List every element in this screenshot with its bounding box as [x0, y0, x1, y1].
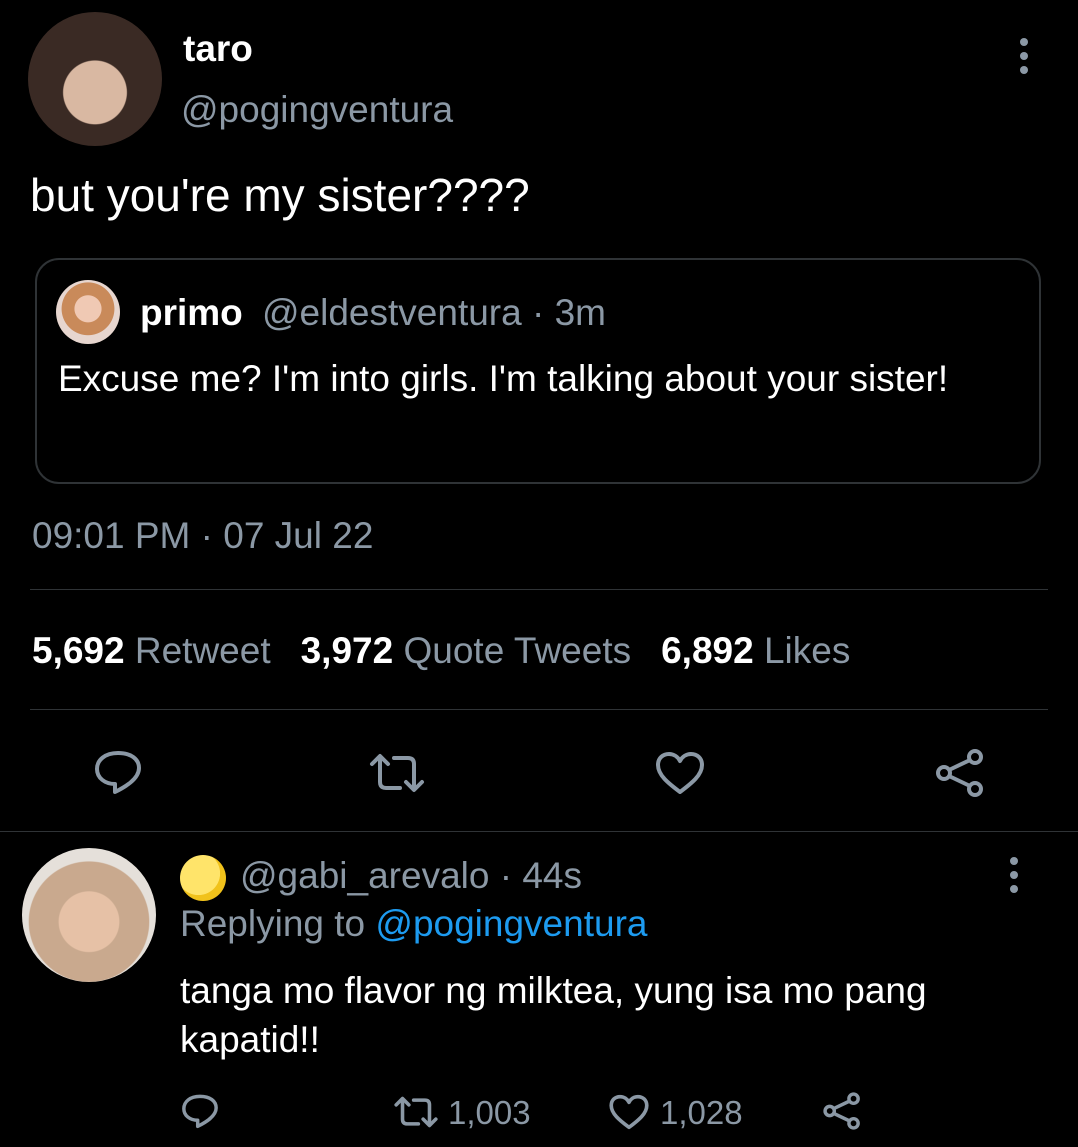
quoted-tweet-text: Excuse me? I'm into girls. I'm talking a… — [58, 358, 949, 399]
divider — [30, 709, 1048, 710]
replying-to-mention[interactable]: @pogingventura — [375, 903, 647, 944]
retweet-count-link[interactable]: 5,692 Retweet — [32, 630, 271, 671]
reply-more-options-icon[interactable] — [1000, 855, 1028, 895]
tweet-timestamp[interactable]: 09:01 PM · 07 Jul 22 — [32, 515, 373, 557]
reply-like-icon[interactable] — [608, 1093, 650, 1131]
reply-text: tanga mo flavor ng milktea, yung isa mo … — [180, 970, 927, 1060]
replying-to-label: Replying to — [180, 903, 366, 944]
share-icon[interactable] — [934, 748, 986, 798]
likes-count-link[interactable]: 6,892 Likes — [661, 630, 850, 671]
reply-retweet-icon[interactable] — [393, 1095, 439, 1129]
reply-author-avatar[interactable] — [22, 848, 156, 982]
divider — [30, 589, 1048, 590]
replying-to-line: Replying to @pogingventura — [180, 903, 647, 945]
author-display-name[interactable]: taro — [183, 28, 253, 70]
tweet-text: but you're my sister???? — [30, 169, 530, 221]
reply-icon[interactable] — [92, 748, 144, 796]
moon-emoji-icon — [180, 855, 226, 901]
quoted-author-handle-time: @eldestventura · 3m — [262, 292, 606, 333]
reply-share-icon[interactable] — [822, 1091, 862, 1131]
like-icon[interactable] — [654, 750, 706, 796]
reply-reply-icon[interactable] — [180, 1092, 220, 1130]
quote-count-link[interactable]: 3,972 Quote Tweets — [301, 630, 632, 671]
reply-author-handle-time[interactable]: @gabi_arevalo · 44s — [240, 855, 582, 897]
more-options-icon[interactable] — [1010, 36, 1038, 76]
reply-like-count: 1,028 — [660, 1094, 743, 1131]
quoted-author-avatar — [56, 280, 120, 344]
divider — [0, 831, 1078, 832]
author-avatar[interactable] — [28, 12, 162, 146]
engagement-stats: 5,692 Retweet 3,972 Quote Tweets 6,892 Lik… — [32, 630, 850, 672]
retweet-icon[interactable] — [368, 752, 426, 794]
quoted-author-name: primo — [140, 292, 243, 333]
reply-retweet-count: 1,003 — [448, 1094, 531, 1131]
author-handle[interactable]: @pogingventura — [181, 89, 453, 131]
